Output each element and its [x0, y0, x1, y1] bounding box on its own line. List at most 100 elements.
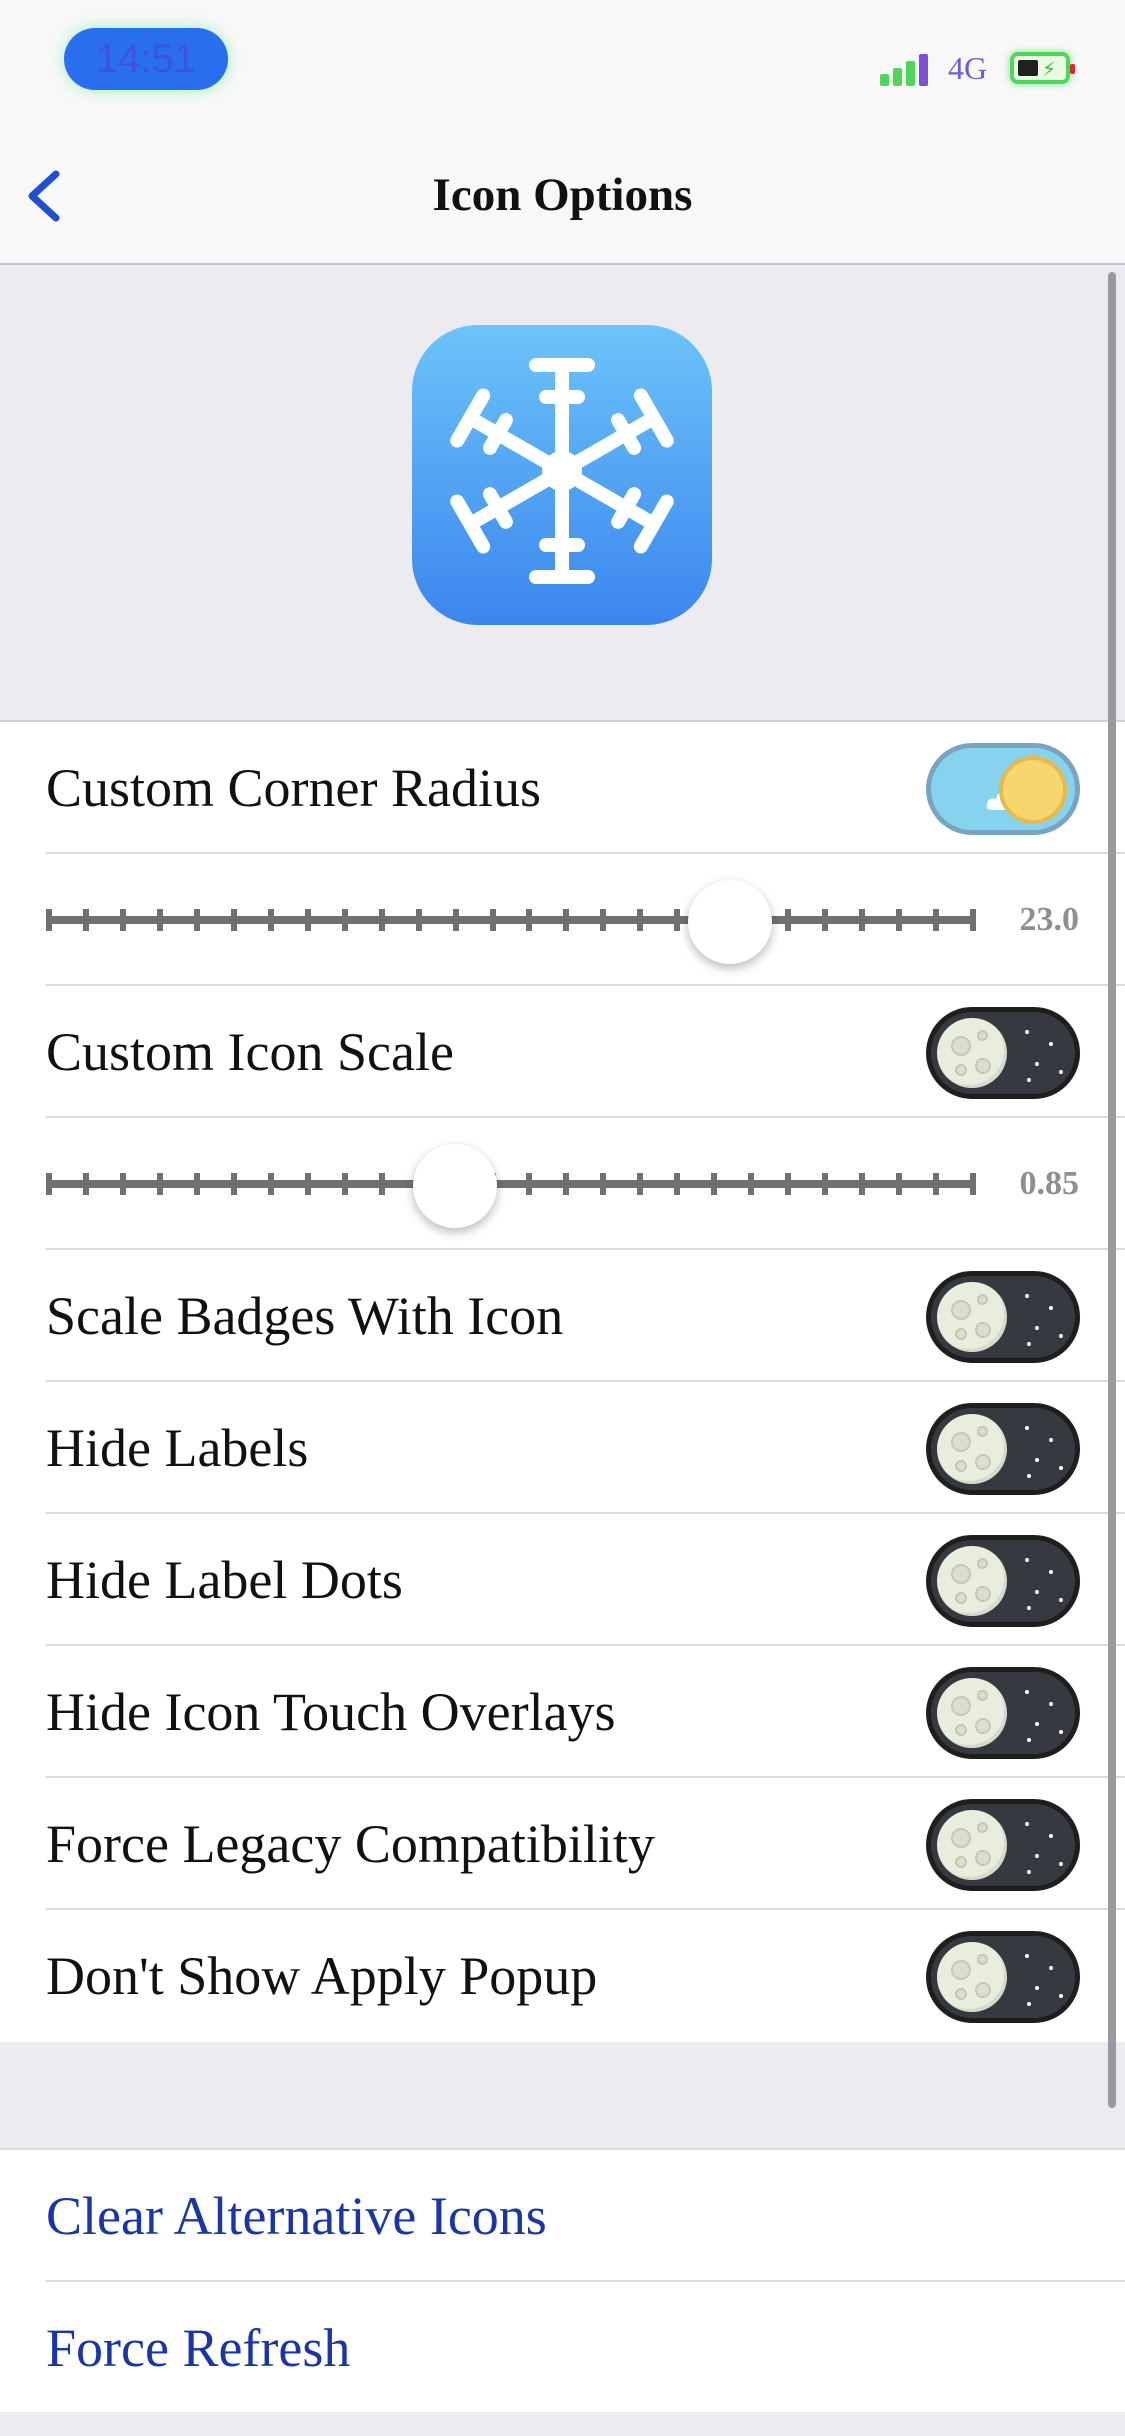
slider-row-corner-radius: 23.0	[0, 854, 1125, 986]
action-label: Clear Alternative Icons	[46, 2186, 547, 2246]
slider-tick	[674, 1173, 681, 1195]
moon-icon	[937, 1678, 1007, 1748]
slider-tick	[637, 909, 644, 931]
option-label: Hide Label Dots	[46, 1550, 403, 1610]
clear-alternative-icons-button[interactable]: Clear Alternative Icons	[0, 2150, 1125, 2282]
navigation-bar: Icon Options	[0, 120, 1125, 265]
slider-tick	[415, 909, 422, 931]
slider-tick	[785, 909, 792, 931]
slider-tick	[600, 909, 607, 931]
star-icon	[1059, 1070, 1063, 1074]
slider-tick	[896, 1173, 903, 1195]
slider-tick	[674, 909, 681, 931]
option-label: Force Legacy Compatibility	[46, 1814, 655, 1874]
star-icon	[1027, 1738, 1031, 1742]
slider-thumb[interactable]	[687, 880, 772, 964]
moon-icon	[937, 1942, 1007, 2012]
moon-icon	[937, 1810, 1007, 1880]
star-icon	[1027, 1078, 1031, 1082]
slider-tick	[46, 909, 52, 931]
slider-tick	[378, 1173, 385, 1195]
star-icon	[1049, 1438, 1053, 1442]
corner-radius-slider[interactable]	[46, 909, 976, 931]
settings-group: Custom Corner Radius 23.0 Custom Icon Sc…	[0, 722, 1125, 2042]
star-icon	[1059, 1862, 1063, 1866]
option-label: Don't Show Apply Popup	[46, 1946, 598, 2006]
toggle-icon-scale[interactable]	[926, 1007, 1080, 1099]
bottom-inset	[0, 2412, 1125, 2436]
scrollbar[interactable]	[1108, 272, 1116, 2108]
toggle-apply-popup[interactable]	[926, 1931, 1080, 2023]
star-icon	[1059, 1598, 1063, 1602]
slider-tick	[822, 1173, 829, 1195]
slider-tick	[859, 909, 866, 931]
slider-tick	[785, 1173, 792, 1195]
star-icon	[1027, 2002, 1031, 2006]
toggle-legacy-compat[interactable]	[926, 1799, 1080, 1891]
slider-tick	[119, 1173, 126, 1195]
slider-tick	[267, 909, 274, 931]
slider-tick	[526, 1173, 533, 1195]
actions-group: Clear Alternative Icons Force Refresh	[0, 2148, 1125, 2414]
slider-tick	[896, 909, 903, 931]
option-label: Custom Corner Radius	[46, 758, 541, 818]
slider-tick	[748, 1173, 755, 1195]
slider-tick	[82, 1173, 89, 1195]
option-row-apply-popup: Don't Show Apply Popup	[0, 1910, 1125, 2042]
slider-tick	[82, 909, 89, 931]
network-type: 4G	[948, 50, 988, 86]
slider-tick	[156, 909, 163, 931]
force-refresh-button[interactable]: Force Refresh	[0, 2282, 1125, 2414]
star-icon	[1059, 1994, 1063, 1998]
star-icon	[1025, 1426, 1029, 1430]
icon-preview-area	[0, 265, 1125, 722]
star-icon	[1049, 1702, 1053, 1706]
slider-tick	[600, 1173, 607, 1195]
slider-tick	[933, 1173, 940, 1195]
slider-tick	[563, 1173, 570, 1195]
snowflake-icon	[450, 358, 674, 584]
slider-tick	[267, 1173, 274, 1195]
star-icon	[1027, 1342, 1031, 1346]
star-icon	[1049, 1042, 1053, 1046]
status-bar: 14:51 4G ⚡	[0, 0, 1125, 120]
battery-icon: ⚡	[1010, 52, 1075, 84]
slider-tick	[230, 909, 237, 931]
option-row-scale-badges: Scale Badges With Icon	[0, 1250, 1125, 1382]
slider-tick	[230, 1173, 237, 1195]
star-icon	[1025, 1558, 1029, 1562]
toggle-hide-touch-overlays[interactable]	[926, 1667, 1080, 1759]
app-icon	[412, 325, 712, 625]
star-icon	[1059, 1730, 1063, 1734]
star-icon	[1027, 1870, 1031, 1874]
slider-tick	[526, 909, 533, 931]
slider-tick	[970, 1173, 976, 1195]
star-icon	[1049, 1570, 1053, 1574]
toggle-corner-radius[interactable]	[926, 743, 1080, 835]
slider-tick	[637, 1173, 644, 1195]
slider-tick	[822, 909, 829, 931]
slider-tick	[341, 1173, 348, 1195]
moon-icon	[937, 1018, 1007, 1088]
sun-icon	[999, 756, 1067, 824]
slider-tick	[933, 909, 940, 931]
slider-thumb[interactable]	[413, 1144, 498, 1228]
star-icon	[1035, 1062, 1039, 1066]
slider-value: 0.85	[1019, 1165, 1080, 1202]
star-icon	[1035, 1590, 1039, 1594]
icon-scale-slider[interactable]	[46, 1173, 976, 1195]
toggle-scale-badges[interactable]	[926, 1271, 1080, 1363]
star-icon	[1025, 1690, 1029, 1694]
slider-tick	[489, 909, 496, 931]
slider-tick	[304, 1173, 311, 1195]
slider-tick	[452, 909, 459, 931]
toggle-hide-label-dots[interactable]	[926, 1535, 1080, 1627]
status-time: 14:51	[64, 28, 228, 90]
toggle-hide-labels[interactable]	[926, 1403, 1080, 1495]
option-label: Hide Icon Touch Overlays	[46, 1682, 616, 1742]
star-icon	[1035, 1986, 1039, 1990]
star-icon	[1027, 1474, 1031, 1478]
cellular-signal-icon	[880, 50, 936, 86]
option-row-hide-touch-overlays: Hide Icon Touch Overlays	[0, 1646, 1125, 1778]
star-icon	[1027, 1606, 1031, 1610]
